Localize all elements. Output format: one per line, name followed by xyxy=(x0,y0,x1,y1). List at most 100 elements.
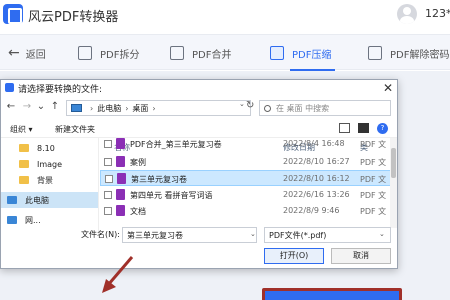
file-row[interactable]: 文档 2022/8/9 9:46 PDF 文 xyxy=(100,203,397,219)
filename-input[interactable]: 第三单元复习卷 xyxy=(122,227,257,243)
nav-tab-label: PDF拆分 xyxy=(100,49,140,61)
file-list-pane: 名称 修改日期 类 PDF合并_第三单元复习卷 2022/8/4 16:48 P… xyxy=(100,138,397,238)
file-name: PDF合并_第三单元复习卷 xyxy=(130,140,222,149)
tree-item-label: 8.10 xyxy=(37,143,55,153)
up-folder-icon[interactable]: ↑ xyxy=(49,101,61,112)
tree-item-network[interactable]: 网... xyxy=(1,212,98,228)
filename-label: 文件名(N): xyxy=(81,230,120,239)
back-nav-icon[interactable]: ← xyxy=(5,101,17,112)
unlock-icon xyxy=(368,46,382,60)
nav-tab-pdf-split[interactable]: PDF拆分 xyxy=(78,35,139,71)
this-pc-icon xyxy=(71,104,82,112)
search-placeholder: 在 桌面 中搜索 xyxy=(276,103,330,113)
chevron-right-icon: › xyxy=(152,103,156,113)
address-dropdown-icon[interactable]: ⌄ xyxy=(239,100,245,108)
file-type-dropdown-icon[interactable]: ⌄ xyxy=(379,230,385,238)
file-row[interactable]: 案例 2022/8/10 16:27 PDF 文 xyxy=(100,154,397,170)
row-checkbox[interactable] xyxy=(104,158,112,166)
annotation-arrow xyxy=(102,256,134,293)
user-name[interactable]: 123* xyxy=(425,7,450,20)
help-icon[interactable]: ? xyxy=(377,123,388,134)
address-bar[interactable]: › 此电脑 › 桌面 › xyxy=(66,100,251,116)
preview-pane-icon[interactable] xyxy=(358,123,369,133)
file-date: 2022/8/10 16:12 xyxy=(283,174,350,183)
breadcrumb-this-pc[interactable]: 此电脑 xyxy=(97,103,121,114)
nav-tab-label: PDF压缩 xyxy=(292,49,332,61)
dialog-title: 请选择要转换的文件: xyxy=(18,85,103,95)
file-name: 文档 xyxy=(130,207,146,216)
pdf-file-icon xyxy=(116,156,125,167)
organize-menu[interactable]: 组织 ▾ xyxy=(10,124,33,135)
refresh-icon[interactable]: ↻ xyxy=(246,100,258,116)
file-open-dialog: 请选择要转换的文件: ✕ ← → ⌄ ↑ › 此电脑 › 桌面 › ⌄ ↻ 在 … xyxy=(0,79,398,293)
chevron-right-icon: › xyxy=(125,103,129,113)
file-name: 第四单元 看拼音写词语 xyxy=(130,191,213,200)
vertical-scrollbar[interactable] xyxy=(390,138,397,228)
dialog-app-icon xyxy=(5,83,14,92)
pdf-file-icon xyxy=(117,173,126,184)
tree-item-label: Image xyxy=(37,159,63,169)
dialog-close-button[interactable]: ✕ xyxy=(379,80,397,96)
row-checkbox[interactable] xyxy=(105,175,113,183)
tree-item-this-pc[interactable]: 此电脑 xyxy=(1,192,98,208)
address-row: ← → ⌄ ↑ › 此电脑 › 桌面 › ⌄ ↻ 在 桌面 中搜索 xyxy=(1,97,397,119)
nav-tab-pdf-merge[interactable]: PDF合并 xyxy=(170,35,231,71)
app-name: 风云PDF转换器 xyxy=(28,10,119,25)
nav-tab-pdf-compress[interactable]: PDF压缩 xyxy=(270,35,336,71)
file-name: 第三单元复习卷 xyxy=(131,175,187,184)
row-checkbox[interactable] xyxy=(104,207,112,215)
app-logo-icon xyxy=(3,4,23,24)
network-icon xyxy=(7,216,17,224)
row-checkbox[interactable] xyxy=(104,140,112,148)
folder-icon xyxy=(19,144,29,152)
nav-tab-label: PDF合并 xyxy=(192,49,232,61)
file-row[interactable]: 第四单元 看拼音写词语 2022/6/16 13:26 PDF 文 xyxy=(100,187,397,203)
split-icon xyxy=(78,46,92,60)
search-input[interactable]: 在 桌面 中搜索 xyxy=(259,100,391,116)
tree-item-image[interactable]: Image xyxy=(1,156,98,172)
scrollbar-thumb[interactable] xyxy=(391,148,396,178)
dialog-title-bar: 请选择要转换的文件: ✕ xyxy=(1,80,397,96)
app-title-bar: 风云PDF转换器 123* xyxy=(0,0,450,30)
merge-icon xyxy=(170,46,184,60)
open-button[interactable]: 打开(O) xyxy=(264,248,324,264)
tree-item-label: 此电脑 xyxy=(25,195,49,205)
user-avatar[interactable] xyxy=(397,4,417,24)
computer-icon xyxy=(7,196,17,204)
file-type-select[interactable]: PDF文件(*.pdf) xyxy=(264,227,391,243)
compress-icon xyxy=(270,46,284,60)
search-icon xyxy=(264,104,271,112)
view-options-icon[interactable] xyxy=(339,123,350,133)
folder-icon xyxy=(19,160,29,168)
file-type: PDF 文 xyxy=(360,175,387,184)
file-date: 2022/8/10 16:27 xyxy=(283,157,350,166)
row-checkbox[interactable] xyxy=(104,191,112,199)
command-bar: 组织 ▾ 新建文件夹 ? xyxy=(1,120,397,138)
back-button[interactable]: ← 返回 xyxy=(8,35,46,71)
back-label: 返回 xyxy=(25,49,46,61)
forward-nav-icon[interactable]: → xyxy=(21,101,33,112)
file-type: PDF 文 xyxy=(360,158,387,167)
cancel-button[interactable]: 取消 xyxy=(331,248,391,264)
nav-tab-label: PDF解除密码 xyxy=(390,49,450,61)
tree-item-8-10[interactable]: 8.10 xyxy=(1,140,98,156)
file-date: 2022/8/9 9:46 xyxy=(283,206,340,215)
pdf-file-icon xyxy=(116,138,125,149)
file-row[interactable]: PDF合并_第三单元复习卷 2022/8/4 16:48 PDF 文 xyxy=(100,138,397,152)
file-type: PDF 文 xyxy=(360,140,387,149)
tree-item-label: 背景 xyxy=(37,175,53,185)
file-date: 2022/8/4 16:48 xyxy=(283,139,345,148)
file-date: 2022/6/16 13:26 xyxy=(283,190,350,199)
file-type: PDF 文 xyxy=(360,207,387,216)
tree-item-background[interactable]: 背景 xyxy=(1,172,98,188)
file-type: PDF 文 xyxy=(360,191,387,200)
new-folder-button[interactable]: 新建文件夹 xyxy=(55,124,95,135)
breadcrumb-desktop[interactable]: 桌面 xyxy=(132,103,148,114)
file-row-selected[interactable]: 第三单元复习卷 2022/8/10 16:12 PDF 文 xyxy=(100,170,397,186)
tree-item-label: 网... xyxy=(25,215,41,225)
navigation-pane: 8.10 Image 背景 此电脑 网... xyxy=(1,138,99,238)
nav-tab-pdf-unlock[interactable]: PDF解除密码 xyxy=(368,35,449,71)
recent-dropdown-icon[interactable]: ⌄ xyxy=(35,101,47,112)
start-button[interactable] xyxy=(262,288,402,300)
filename-dropdown-icon[interactable]: ⌄ xyxy=(250,230,256,238)
